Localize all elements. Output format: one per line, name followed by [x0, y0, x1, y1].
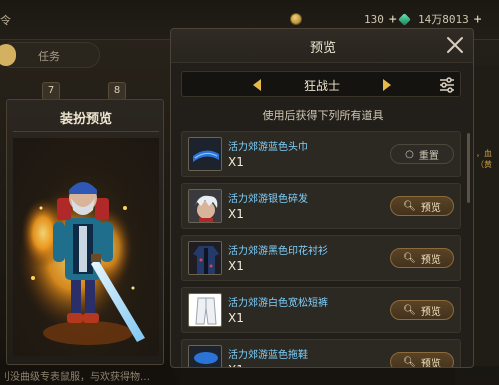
preview-button[interactable]: 🔍︎ 预览: [390, 248, 454, 268]
sliders-icon[interactable]: [437, 75, 457, 95]
item-list[interactable]: 活力郊游蓝色头巾 X1 ○ 重置 活力郊游银色碎发 X1 🔍︎ 预览 活力郊游黑…: [181, 131, 461, 368]
preview-button[interactable]: 🔍︎ 预览: [390, 352, 454, 368]
class-selector: 狂战士: [181, 71, 461, 97]
reset-button[interactable]: ○ 重置: [390, 144, 454, 164]
background-gold-label: ，血（黄: [476, 149, 492, 169]
preview-button[interactable]: 🔍︎ 预览: [390, 300, 454, 320]
character-model: [18, 182, 145, 345]
currency-gem-value: 14万8013: [418, 13, 469, 26]
currency-coin: 130 +: [290, 9, 397, 29]
character-stage[interactable]: [13, 138, 159, 356]
bottom-hint-text: 刂没曲级专表鼠服，与欢获得物…: [0, 372, 150, 383]
badge-count: 8: [108, 82, 126, 100]
chevron-right-icon[interactable]: [380, 77, 394, 93]
currency-coin-value: 130: [364, 12, 384, 26]
top-left-label: 令: [0, 14, 11, 27]
item-name: 活力郊游银色碎发: [228, 194, 308, 205]
preview-button-label: 预览: [420, 306, 441, 318]
divider: [13, 131, 159, 132]
gem-icon: [398, 12, 411, 26]
coin-icon: [290, 13, 302, 25]
list-item: 活力郊游银色碎发 X1 🔍︎ 预览: [181, 183, 461, 229]
badge-count: 7: [42, 82, 60, 100]
outfit-preview-title: 装扮预览: [59, 112, 112, 127]
class-name: 狂战士: [303, 79, 340, 93]
scrollbar[interactable]: [467, 133, 470, 203]
item-name: 活力郊游蓝色头巾: [228, 142, 308, 153]
item-name: 活力郊游蓝色拖鞋: [228, 350, 308, 361]
currency-gem: 14万8013 +: [398, 9, 482, 29]
reset-button-label: 重置: [418, 150, 439, 162]
shorts-icon: [188, 293, 222, 327]
item-quantity: X1: [228, 311, 244, 325]
magnifier-icon: 🔍︎: [403, 304, 416, 316]
outfit-preview-panel: 装扮预览: [6, 99, 164, 365]
modal-subtitle: 使用后获得下列所有道具: [262, 109, 384, 122]
gem-add-button[interactable]: +: [474, 12, 482, 27]
preview-button[interactable]: 🔍︎ 预览: [390, 196, 454, 216]
item-quantity: X1: [228, 259, 244, 273]
coin-add-button[interactable]: +: [389, 12, 397, 27]
list-item: 活力郊游蓝色头巾 X1 ○ 重置: [181, 131, 461, 177]
tab-task[interactable]: 任务: [38, 48, 60, 64]
list-item: 活力郊游黑色印花衬衫 X1 🔍︎ 预览: [181, 235, 461, 281]
magnifier-icon: 🔍︎: [403, 252, 416, 264]
modal-title: 预览: [309, 41, 336, 56]
item-quantity: X1: [228, 363, 244, 367]
item-quantity: X1: [228, 207, 244, 221]
magnifier-icon: 🔍︎: [403, 200, 416, 212]
preview-button-label: 预览: [420, 202, 441, 214]
preview-modal: 预览 狂战士 使用后获得下列所有道具 活力郊游蓝色头巾 X1 ○ 重置 活力郊游…: [170, 28, 474, 368]
close-icon[interactable]: [445, 35, 465, 55]
shirt-icon: [188, 241, 222, 275]
item-name: 活力郊游白色宽松短裤: [228, 298, 328, 309]
magnifier-icon: 🔍︎: [403, 356, 416, 368]
modal-header: 预览: [171, 29, 473, 63]
item-name: 活力郊游黑色印花衬衫: [228, 246, 328, 257]
preview-button-label: 预览: [420, 358, 441, 368]
list-item: 活力郊游蓝色拖鞋 X1 🔍︎ 预览: [181, 339, 461, 368]
headband-icon: [188, 137, 222, 171]
slippers-icon: [188, 345, 222, 367]
list-item: 活力郊游白色宽松短裤 X1 🔍︎ 预览: [181, 287, 461, 333]
refresh-icon: ○: [405, 148, 414, 160]
item-quantity: X1: [228, 155, 244, 169]
preview-button-label: 预览: [420, 254, 441, 266]
hair-icon: [188, 189, 222, 223]
